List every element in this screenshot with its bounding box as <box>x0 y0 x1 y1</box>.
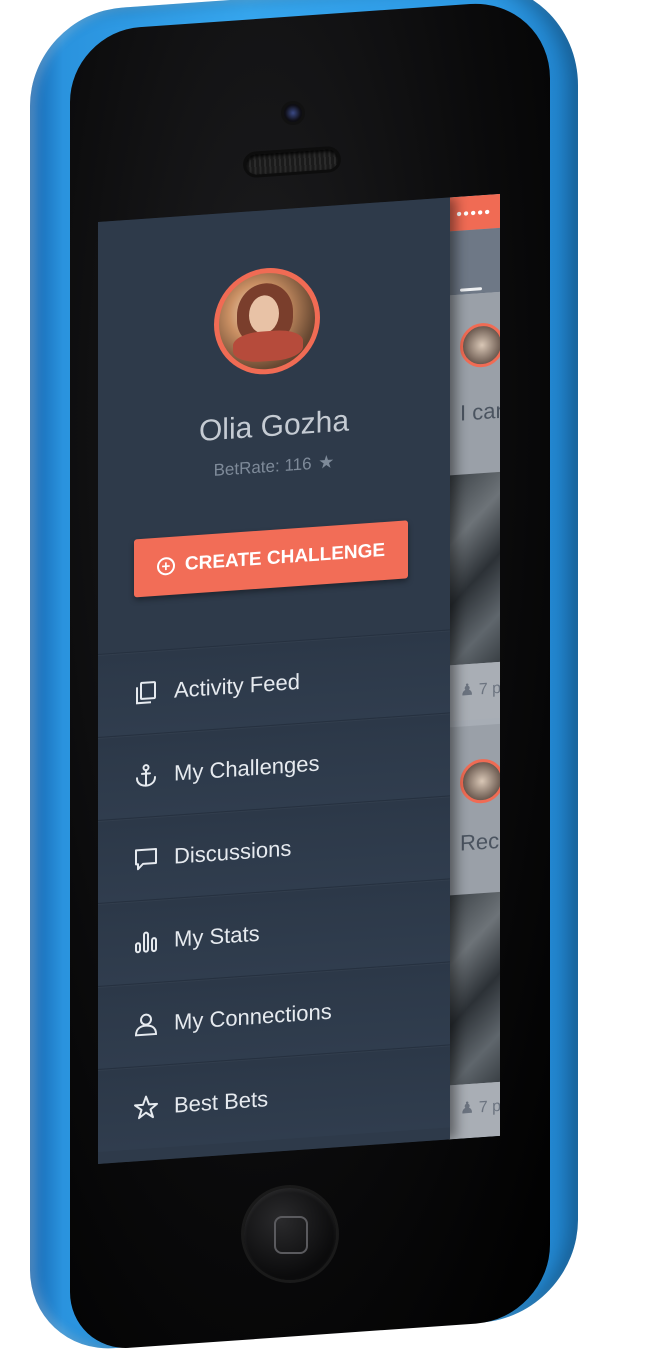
menu-item-label: My Challenges <box>174 750 320 786</box>
plus-circle-icon: + <box>156 556 175 576</box>
star-icon: ★ <box>318 451 335 473</box>
side-menu-drawer: Olia Gozha BetRate: 116 ★ + CREATE CHALL… <box>98 197 450 1165</box>
front-camera <box>284 104 302 122</box>
phone-screen: ●●●●● I can ♟ 7 p Reck ♟ 7 p Olia Gozha … <box>98 193 500 1165</box>
chat-bubble-icon <box>132 844 160 874</box>
betrate-value: 116 <box>284 454 312 475</box>
feed-card[interactable]: I can <box>448 291 500 476</box>
card-meta: ♟ 7 p <box>460 1096 500 1119</box>
betrate-label: BetRate: <box>213 456 280 480</box>
home-square-icon <box>274 1216 308 1254</box>
bar-stats-icon <box>132 927 160 957</box>
copy-pages-icon <box>132 678 160 708</box>
user-small-icon: ♟ <box>460 681 475 700</box>
background-feed: ●●●●● I can ♟ 7 p Reck ♟ 7 p <box>448 193 500 1140</box>
user-icon <box>132 1010 160 1040</box>
status-bar: ●●●●● <box>448 193 500 232</box>
card-meta-text: 7 p <box>478 1097 500 1117</box>
star-icon <box>132 1093 160 1123</box>
menu-item-label: Best Bets <box>174 1086 269 1118</box>
home-button[interactable] <box>244 1188 336 1280</box>
signal-dots: ●●●●● <box>456 206 492 220</box>
menu-item-label: Discussions <box>174 835 292 869</box>
menu-item-label: Activity Feed <box>174 668 300 703</box>
card-footer: ♟ 7 p <box>448 661 500 722</box>
navigation-menu: Activity Feed My Challenges Discussions … <box>98 629 450 1152</box>
feed-header <box>448 227 500 308</box>
create-challenge-button[interactable]: + CREATE CHALLENGE <box>134 520 408 598</box>
card-text: Reck <box>460 827 500 856</box>
card-photo <box>448 891 500 1086</box>
card-photo <box>448 471 500 666</box>
menu-item-label: My Connections <box>174 998 332 1035</box>
avatar <box>460 757 500 805</box>
create-challenge-label: CREATE CHALLENGE <box>184 539 386 575</box>
menu-item-label: My Stats <box>174 920 260 952</box>
anchor-icon <box>132 761 160 791</box>
avatar <box>460 321 500 369</box>
card-meta: ♟ 7 p <box>460 678 500 701</box>
card-text: I can <box>460 397 500 426</box>
card-footer: ♟ 7 p <box>448 1081 500 1140</box>
profile-avatar[interactable] <box>214 264 320 378</box>
feed-card[interactable]: Reck <box>448 723 500 896</box>
card-meta-text: 7 p <box>478 679 500 699</box>
user-small-icon: ♟ <box>460 1099 475 1118</box>
avatar-photo <box>219 269 315 373</box>
